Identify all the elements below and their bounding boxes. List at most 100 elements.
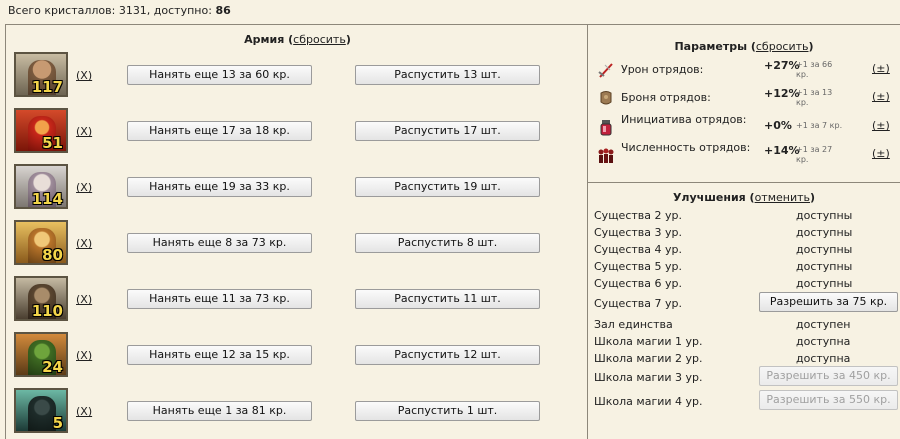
upgrade-name: Школа магии 1 ур. <box>594 335 703 348</box>
army-row: 51 (X) Нанять еще 17 за 18 кр. Распустит… <box>6 108 589 156</box>
hire-button[interactable]: Нанять еще 12 за 15 кр. <box>127 345 312 365</box>
allow-upgrade-button-disabled: Разрешить за 550 кр. <box>759 390 898 410</box>
allow-upgrade-button[interactable]: Разрешить за 75 кр. <box>759 292 898 312</box>
param-adjust-link[interactable]: (±) <box>872 62 890 75</box>
upgrade-status: доступна <box>796 335 851 348</box>
upgrade-name: Зал единства <box>594 318 673 331</box>
upgrade-row: Школа магии 2 ур. доступна <box>594 350 894 367</box>
creature-count: 80 <box>42 246 63 264</box>
creature-portrait[interactable]: 51 <box>14 108 68 153</box>
upgrade-status: доступны <box>796 226 853 239</box>
upgrade-name: Существа 3 ур. <box>594 226 682 239</box>
armor-icon <box>600 91 612 105</box>
param-label: Броня отрядов: <box>621 91 711 104</box>
dismiss-button[interactable]: Распустить 8 шт. <box>355 233 540 253</box>
remove-creature-link[interactable]: (X) <box>76 69 92 82</box>
hire-button[interactable]: Нанять еще 17 за 18 кр. <box>127 121 312 141</box>
upgrade-name: Существа 7 ур. <box>594 297 682 310</box>
param-adjust-link[interactable]: (±) <box>872 90 890 103</box>
creature-count: 5 <box>52 414 63 432</box>
parameters-title: Параметры (сбросить) <box>674 40 814 53</box>
upgrade-status: доступен <box>796 318 851 331</box>
param-cost-unit: кр. <box>796 98 809 107</box>
army-row: 80 (X) Нанять еще 8 за 73 кр. Распустить… <box>6 220 589 268</box>
creature-portrait[interactable]: 117 <box>14 52 68 97</box>
army-row: 117 (X) Нанять еще 13 за 60 кр. Распусти… <box>6 52 589 100</box>
upgrade-name: Существа 2 ур. <box>594 209 682 222</box>
upgrade-row: Существа 7 ур. Разрешить за 75 кр. <box>594 292 898 314</box>
param-cost-unit: кр. <box>796 155 809 164</box>
upgrade-status: доступна <box>796 352 851 365</box>
param-cost-unit: кр. <box>796 70 809 79</box>
upgrade-row: Существа 4 ур. доступны <box>594 241 894 258</box>
remove-creature-link[interactable]: (X) <box>76 237 92 250</box>
parameters-title-text: Параметры <box>674 40 748 53</box>
param-cost: +1 за 13 <box>796 88 833 97</box>
crowd-icon <box>598 148 614 163</box>
hire-button[interactable]: Нанять еще 8 за 73 кр. <box>127 233 312 253</box>
dismiss-button[interactable]: Распустить 11 шт. <box>355 289 540 309</box>
upgrade-row: Существа 6 ур. доступны <box>594 275 894 292</box>
parameters-reset-link[interactable]: сбросить <box>756 40 809 53</box>
dismiss-button[interactable]: Распустить 12 шт. <box>355 345 540 365</box>
army-reset-link[interactable]: сбросить <box>293 33 346 46</box>
param-label: Инициатива отрядов: <box>621 113 747 126</box>
remove-creature-link[interactable]: (X) <box>76 181 92 194</box>
param-cost: +1 за 27 <box>796 145 833 154</box>
army-title: Армия (сбросить) <box>244 33 351 46</box>
army-title-text: Армия <box>244 33 285 46</box>
remove-creature-link[interactable]: (X) <box>76 293 92 306</box>
upgrades-cancel-link[interactable]: отменить <box>755 191 810 204</box>
creature-portrait[interactable]: 24 <box>14 332 68 377</box>
creature-count: 51 <box>42 134 63 152</box>
dismiss-button[interactable]: Распустить 17 шт. <box>355 121 540 141</box>
creature-portrait[interactable]: 114 <box>14 164 68 209</box>
param-cost: +1 за 66 <box>796 60 833 69</box>
hire-button[interactable]: Нанять еще 1 за 81 кр. <box>127 401 312 421</box>
upgrade-name: Школа магии 2 ур. <box>594 352 703 365</box>
hire-button[interactable]: Нанять еще 19 за 33 кр. <box>127 177 312 197</box>
creature-portrait[interactable]: 80 <box>14 220 68 265</box>
upgrade-name: Школа магии 4 ур. <box>594 395 703 408</box>
upgrade-status: доступны <box>796 243 853 256</box>
param-row-size: Численность отрядов: +14% +1 за 27 кр. (… <box>588 141 900 171</box>
param-adjust-link[interactable]: (±) <box>872 147 890 160</box>
creature-count: 24 <box>42 358 63 376</box>
creature-portrait[interactable]: 110 <box>14 276 68 321</box>
army-panel: Армия (сбросить) 117 (X) Нанять еще 13 з… <box>5 24 588 439</box>
upgrade-status: доступны <box>796 260 853 273</box>
dismiss-button[interactable]: Распустить 19 шт. <box>355 177 540 197</box>
param-value: +27% <box>764 59 800 72</box>
upgrade-row: Зал единства доступен <box>594 316 894 333</box>
param-adjust-link[interactable]: (±) <box>872 119 890 132</box>
upgrade-row: Школа магии 3 ур. Разрешить за 450 кр. <box>594 366 898 388</box>
remove-creature-link[interactable]: (X) <box>76 125 92 138</box>
army-row: 110 (X) Нанять еще 11 за 73 кр. Распусти… <box>6 276 589 324</box>
param-label: Численность отрядов: <box>621 141 751 154</box>
remove-creature-link[interactable]: (X) <box>76 405 92 418</box>
param-label: Урон отрядов: <box>621 63 704 76</box>
param-row-armor: Броня отрядов: +12% +1 за 13 кр. (±) <box>588 86 900 114</box>
param-value: +14% <box>764 144 800 157</box>
upgrade-name: Существа 4 ур. <box>594 243 682 256</box>
remove-creature-link[interactable]: (X) <box>76 349 92 362</box>
upgrade-name: Существа 6 ур. <box>594 277 682 290</box>
upgrade-name: Школа магии 3 ур. <box>594 371 703 384</box>
upgrades-title: Улучшения (отменить) <box>672 191 816 204</box>
upgrade-row: Существа 2 ур. доступны <box>594 207 894 224</box>
army-row: 24 (X) Нанять еще 12 за 15 кр. Распустит… <box>6 332 589 380</box>
creature-count: 110 <box>31 302 63 320</box>
upgrade-status: доступны <box>796 209 853 222</box>
upgrades-title-text: Улучшения <box>672 191 746 204</box>
dismiss-button[interactable]: Распустить 1 шт. <box>355 401 540 421</box>
allow-upgrade-button-disabled: Разрешить за 450 кр. <box>759 366 898 386</box>
creature-count: 117 <box>31 78 63 96</box>
upgrade-name: Существа 5 ур. <box>594 260 682 273</box>
creature-portrait[interactable]: 5 <box>14 388 68 433</box>
hire-button[interactable]: Нанять еще 13 за 60 кр. <box>127 65 312 85</box>
param-cost: +1 за 7 кр. <box>796 121 843 130</box>
upgrade-row: Существа 5 ур. доступны <box>594 258 894 275</box>
upgrade-status: доступны <box>796 277 853 290</box>
hire-button[interactable]: Нанять еще 11 за 73 кр. <box>127 289 312 309</box>
dismiss-button[interactable]: Распустить 13 шт. <box>355 65 540 85</box>
